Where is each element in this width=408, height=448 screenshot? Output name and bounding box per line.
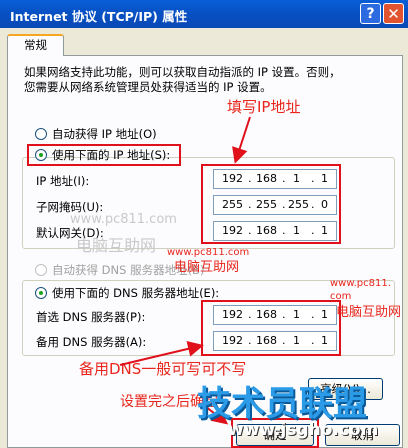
- site-logo-url: www.jsgho.com: [228, 420, 379, 440]
- arrow-to-ip-fields: [232, 116, 251, 164]
- site-logo: 技术员联盟: [197, 384, 367, 424]
- arrow-to-alternate-dns: [119, 340, 204, 366]
